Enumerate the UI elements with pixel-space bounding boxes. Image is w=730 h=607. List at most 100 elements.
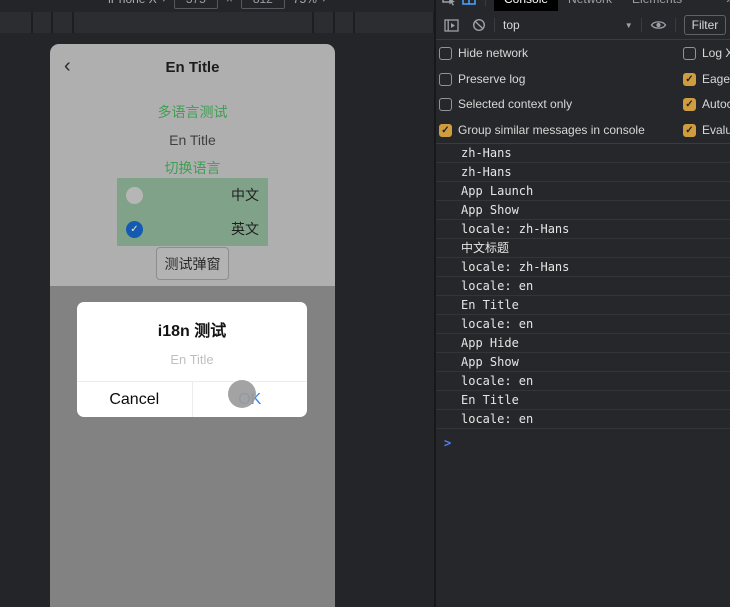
clear-console-icon[interactable] (472, 18, 486, 32)
app-page: ‹ En Title 多语言测试 En Title 切换语言 中文 ✓ 英文 (50, 44, 335, 286)
divider (485, 0, 486, 6)
checkbox-icon[interactable] (683, 47, 696, 60)
log-row[interactable]: 中文标题 (436, 239, 730, 258)
log-row[interactable]: App Hide (436, 334, 730, 353)
device-toolbar-icon[interactable] (462, 0, 477, 6)
log-row[interactable]: locale: en (436, 410, 730, 429)
dimensions-separator: × (226, 0, 233, 6)
devtools-pane: Console Network Elements » top ▼ Filter (434, 0, 730, 607)
toolbar-segment (355, 12, 433, 33)
checkbox-icon[interactable] (439, 73, 452, 86)
checkbox-label: Eager evaluation (702, 72, 730, 86)
dialog-title: i18n 测试 (77, 317, 307, 341)
filter-input[interactable]: Filter (684, 15, 727, 35)
console-prompt[interactable]: > (436, 429, 730, 450)
checkbox-label: Log XMLHttpRequests (702, 46, 730, 60)
toolbar-segment (53, 12, 72, 33)
log-row[interactable]: App Show (436, 353, 730, 372)
radio-label: 中文 (231, 185, 259, 205)
modal-dialog: i18n 测试 En Title Cancel OK (77, 302, 307, 417)
zoom-select[interactable]: 75% ▾ (293, 0, 326, 6)
log-row[interactable]: locale: en (436, 315, 730, 334)
dialog-message: En Title (77, 352, 307, 367)
inspect-element-icon[interactable] (442, 0, 456, 6)
checkbox-checked-icon[interactable]: ✓ (683, 73, 696, 86)
checkbox-eager-evaluation[interactable]: ✓ Eager evaluation (683, 72, 730, 86)
dialog-buttons: Cancel OK (77, 381, 307, 417)
console-sidebar-icon[interactable] (444, 19, 459, 32)
log-row[interactable]: App Show (436, 201, 730, 220)
toolbar-segment (335, 12, 353, 33)
console-settings: Hide network Preserve log Selected conte… (436, 40, 730, 144)
radio-checked-icon[interactable]: ✓ (126, 221, 143, 238)
page-title: En Title (50, 59, 335, 76)
devtools-tabbar: Console Network Elements » (436, 0, 730, 11)
device-select-label: iPhone X (108, 0, 157, 6)
log-row[interactable]: zh-Hans (436, 144, 730, 163)
device-width-input[interactable]: 375 (174, 0, 218, 9)
tab-elements[interactable]: Elements (622, 0, 692, 11)
radio-option-zh[interactable]: 中文 (117, 178, 268, 212)
radio-unchecked-icon[interactable] (126, 187, 143, 204)
checkbox-label: Selected context only (458, 97, 572, 111)
checkbox-log-xhr[interactable]: Log XMLHttpRequests (683, 46, 730, 60)
screenshot-root: iPhone X ▾ 375 × 812 75% ▾ ⋮ (0, 0, 730, 607)
chevron-down-icon: ▾ (322, 0, 326, 4)
checkbox-hide-network[interactable]: Hide network (439, 46, 528, 60)
heading-en: En Title (50, 132, 335, 148)
live-expression-eye-icon[interactable] (650, 19, 667, 31)
app-navbar: ‹ En Title (50, 44, 335, 90)
device-height-input[interactable]: 812 (241, 0, 285, 9)
language-radio-group: 中文 ✓ 英文 (117, 178, 268, 246)
zoom-select-label: 75% (293, 0, 317, 6)
toolbar-segment (314, 12, 333, 33)
device-emulator-pane: iPhone X ▾ 375 × 812 75% ▾ ⋮ (0, 0, 434, 607)
radio-option-en[interactable]: ✓ 英文 (117, 212, 268, 246)
checkbox-label: Evaluate triggers user activation (702, 123, 730, 137)
device-select[interactable]: iPhone X ▾ (108, 0, 166, 6)
checkbox-label: Autocomplete from history (702, 97, 730, 111)
checkbox-checked-icon[interactable]: ✓ (439, 124, 452, 137)
tab-network[interactable]: Network (558, 0, 622, 11)
chevron-down-icon: ▾ (162, 0, 166, 4)
test-modal-button[interactable]: 测试弹窗 (156, 247, 229, 280)
log-row[interactable]: zh-Hans (436, 163, 730, 182)
log-row[interactable]: En Title (436, 296, 730, 315)
tab-console[interactable]: Console (494, 0, 558, 11)
toolbar-segment (74, 12, 312, 33)
touch-cursor-icon (228, 380, 256, 408)
checkbox-label: Preserve log (458, 72, 525, 86)
checkbox-label: Group similar messages in console (458, 123, 645, 137)
radio-label: 英文 (231, 219, 259, 239)
context-selector[interactable]: top (503, 18, 520, 32)
log-row[interactable]: locale: zh-Hans (436, 258, 730, 277)
more-tabs-icon[interactable]: » (716, 0, 730, 11)
log-row[interactable]: locale: zh-Hans (436, 220, 730, 239)
console-toolbar: top ▼ Filter (436, 11, 730, 40)
console-log-list: zh-Hans zh-Hans App Launch App Show loca… (436, 144, 730, 450)
checkbox-checked-icon[interactable]: ✓ (683, 98, 696, 111)
heading-zh: 多语言测试 (50, 102, 335, 122)
device-toolbar: iPhone X ▾ 375 × 812 75% ▾ ⋮ (0, 0, 434, 11)
checkbox-icon[interactable] (439, 98, 452, 111)
log-row[interactable]: En Title (436, 391, 730, 410)
toolbar-segment (33, 12, 51, 33)
checkbox-icon[interactable] (439, 47, 452, 60)
phone-screen: ‹ En Title 多语言测试 En Title 切换语言 中文 ✓ 英文 (50, 44, 335, 607)
cancel-button[interactable]: Cancel (77, 382, 192, 417)
checkbox-selected-context-only[interactable]: Selected context only (439, 97, 572, 111)
divider (494, 18, 495, 32)
divider (675, 18, 676, 32)
checkbox-checked-icon[interactable]: ✓ (683, 124, 696, 137)
checkbox-group-similar[interactable]: ✓ Group similar messages in console (439, 123, 645, 137)
toolbar-segment (0, 12, 31, 33)
checkbox-autocomplete-history[interactable]: ✓ Autocomplete from history (683, 97, 730, 111)
log-row[interactable]: locale: en (436, 372, 730, 391)
more-options-icon[interactable]: ⋮ (409, 10, 422, 11)
chevron-down-icon[interactable]: ▼ (625, 21, 633, 30)
checkbox-preserve-log[interactable]: Preserve log (439, 72, 525, 86)
checkbox-evaluate-user-activation[interactable]: ✓ Evaluate triggers user activation (683, 123, 730, 137)
checkbox-label: Hide network (458, 46, 528, 60)
log-row[interactable]: App Launch (436, 182, 730, 201)
log-row[interactable]: locale: en (436, 277, 730, 296)
